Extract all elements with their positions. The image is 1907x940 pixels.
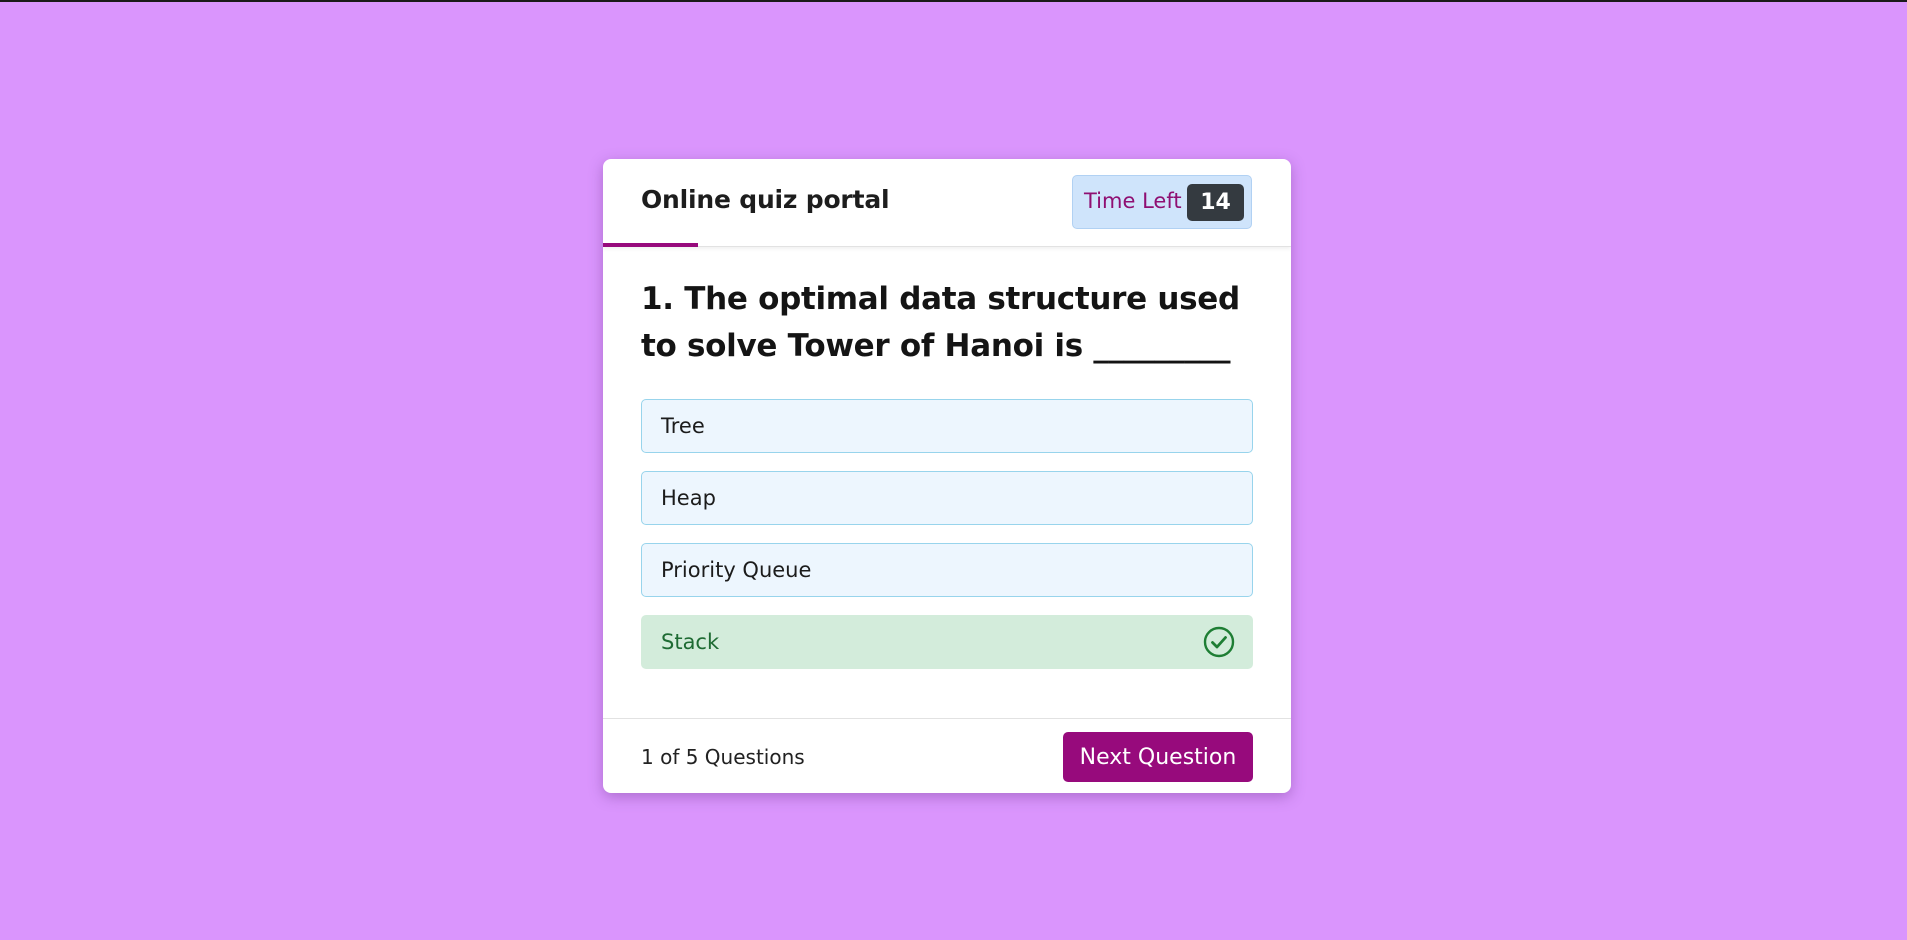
option-label: Heap [661,486,716,510]
quiz-card: Online quiz portal Time Left 14 1. The o… [603,159,1291,793]
question-text: 1. The optimal data structure used to so… [641,281,1240,364]
option-priority-queue[interactable]: Priority Queue [641,543,1253,597]
top-border [0,0,1907,2]
option-heap[interactable]: Heap [641,471,1253,525]
option-label: Stack [661,630,720,654]
timer: Time Left 14 [1072,175,1252,229]
option-label: Tree [661,414,705,438]
option-label: Priority Queue [661,558,812,582]
check-circle-icon [1203,626,1235,658]
option-tree[interactable]: Tree [641,399,1253,453]
quiz-footer: 1 of 5 Questions Next Question [603,718,1291,793]
question-count: 1 of 5 Questions [641,745,805,769]
next-question-button[interactable]: Next Question [1063,732,1253,782]
page-title: Online quiz portal [641,185,890,214]
time-progress-bar [603,243,698,247]
timer-label: Time Left [1084,189,1182,213]
quiz-header: Online quiz portal Time Left 14 [603,159,1291,247]
option-stack[interactable]: Stack [641,615,1253,669]
timer-value: 14 [1187,184,1244,221]
